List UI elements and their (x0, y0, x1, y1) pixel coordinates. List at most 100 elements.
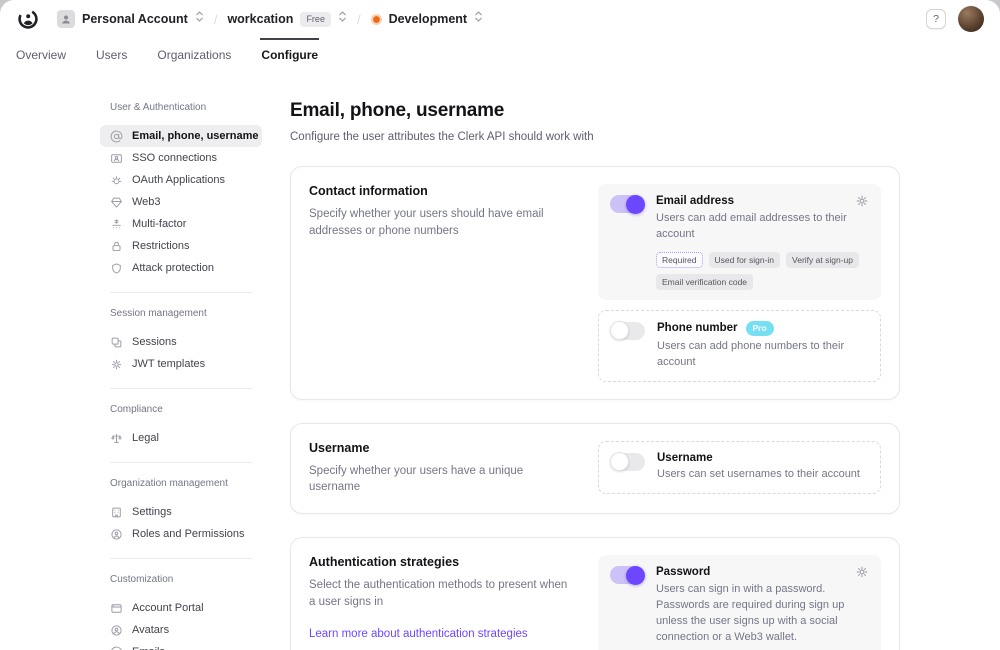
tab-users[interactable]: Users (96, 38, 127, 72)
sidebar-section-user-authentication: User & Authentication Email, phone, user… (100, 102, 262, 279)
toggle-knob (626, 566, 645, 585)
setting-description: Users can set usernames to their account (657, 467, 868, 483)
card-settings-column: Email address Users can add email addres… (598, 184, 881, 382)
sidebar-item-account-portal[interactable]: Account Portal (100, 597, 262, 619)
setting-description: Users can add phone numbers to their acc… (657, 339, 868, 371)
setting-name: Username (657, 452, 713, 464)
card-title: Authentication strategies (309, 555, 576, 569)
plan-badge: Free (300, 12, 331, 27)
environment-switcher[interactable]: Development (371, 10, 484, 28)
card-description-column: Authentication strategies Select the aut… (309, 555, 598, 650)
card-description: Select the authentication methods to pre… (309, 577, 576, 610)
username-toggle[interactable] (611, 453, 645, 471)
card-description: Specify whether your users should have e… (309, 206, 576, 239)
sidebar-item-email-phone-username[interactable]: Email, phone, username (100, 125, 262, 147)
setting-name: Password (656, 566, 710, 578)
sidebar-item-multi-factor[interactable]: Multi-factor (100, 213, 262, 235)
environment-dot (371, 14, 382, 25)
sidebar-item-label: Emails (132, 646, 165, 650)
user-avatar[interactable] (958, 6, 984, 32)
avatar-icon (110, 624, 123, 637)
chevron-updown-icon (474, 10, 483, 28)
gear-icon (110, 358, 123, 371)
sidebar-section-session-management: Session management Sessions JWT template… (100, 308, 262, 375)
setting-body: Email address Users can add email addres… (656, 194, 869, 290)
sidebar-item-sso-connections[interactable]: SSO connections (100, 147, 262, 169)
password-toggle[interactable] (610, 566, 644, 584)
sidebar-section-organization-management: Organization management Settings Roles a… (100, 478, 262, 545)
sidebar-item-settings[interactable]: Settings (100, 501, 262, 523)
sidebar-item-label: Roles and Permissions (132, 528, 245, 540)
sidebar-item-legal[interactable]: Legal (100, 427, 262, 449)
setting-body: Username Users can set usernames to thei… (657, 452, 868, 483)
badge-used-for-sign-in: Used for sign-in (709, 252, 781, 268)
phone-number-toggle[interactable] (611, 322, 645, 340)
sidebar-section-title: User & Authentication (110, 102, 262, 113)
setting-body: Phone number Pro Users can add phone num… (657, 321, 868, 371)
learn-more-link[interactable]: Learn more about authentication strategi… (309, 628, 528, 640)
gem-icon (110, 196, 123, 209)
account-label: Personal Account (82, 12, 188, 26)
sidebar-section-customization: Customization Account Portal Avatars Ema… (100, 574, 262, 650)
clerk-logo[interactable] (16, 7, 40, 31)
sidebar-item-label: Legal (132, 432, 159, 444)
card-settings-column: Username Users can set usernames to thei… (598, 441, 881, 496)
email-address-toggle[interactable] (610, 195, 644, 213)
sidebar-item-avatars[interactable]: Avatars (100, 619, 262, 641)
sidebar-divider (110, 462, 252, 463)
setting-badges: Required Used for sign-in Verify at sign… (656, 252, 869, 290)
badge-required: Required (656, 252, 703, 268)
topbar-actions: ? (926, 6, 984, 32)
application-switcher[interactable]: workcation Free (227, 10, 347, 28)
sidebar-item-label: Restrictions (132, 240, 189, 252)
sidebar-item-jwt-templates[interactable]: JWT templates (100, 353, 262, 375)
sidebar-item-label: Web3 (132, 196, 161, 208)
settings-sidebar: User & Authentication Email, phone, user… (100, 100, 262, 650)
sidebar-item-attack-protection[interactable]: Attack protection (100, 257, 262, 279)
username-setting: Username Users can set usernames to thei… (598, 441, 881, 494)
tab-organizations[interactable]: Organizations (157, 38, 231, 72)
sidebar-item-label: SSO connections (132, 152, 217, 164)
sidebar-item-sessions[interactable]: Sessions (100, 331, 262, 353)
sidebar-item-label: Account Portal (132, 602, 204, 614)
chevron-updown-icon (195, 10, 204, 28)
setting-description: Users can add email addresses to their a… (656, 211, 869, 243)
email-address-setting: Email address Users can add email addres… (598, 184, 881, 300)
browser-icon (110, 602, 123, 615)
sidebar-item-web3[interactable]: Web3 (100, 191, 262, 213)
card-settings-column: Password Users can sign in with a passwo… (598, 555, 881, 650)
sessions-icon (110, 336, 123, 349)
sidebar-item-restrictions[interactable]: Restrictions (100, 235, 262, 257)
content-layout: User & Authentication Email, phone, user… (0, 72, 1000, 650)
tab-overview[interactable]: Overview (16, 38, 66, 72)
sidebar-item-emails[interactable]: Emails (100, 641, 262, 650)
setting-body: Password Users can sign in with a passwo… (656, 565, 869, 650)
account-switcher[interactable]: Personal Account (57, 10, 204, 28)
toggle-knob (626, 195, 645, 214)
authentication-strategies-card: Authentication strategies Select the aut… (290, 537, 900, 650)
sidebar-divider (110, 292, 252, 293)
settings-gear-icon[interactable] (855, 194, 869, 208)
at-sign-icon (110, 130, 123, 143)
sidebar-item-roles-permissions[interactable]: Roles and Permissions (100, 523, 262, 545)
sidebar-divider (110, 558, 252, 559)
help-button[interactable]: ? (926, 9, 946, 29)
sidebar-item-label: Avatars (132, 624, 169, 636)
username-card: Username Specify whether your users have… (290, 423, 900, 514)
sidebar-item-oauth-applications[interactable]: OAuth Applications (100, 169, 262, 191)
sidebar-section-compliance: Compliance Legal (100, 404, 262, 449)
sidebar-item-label: Multi-factor (132, 218, 186, 230)
sidebar-section-title: Organization management (110, 478, 262, 489)
account-avatar (57, 10, 75, 28)
breadcrumb-slash: / (214, 12, 218, 27)
sidebar-item-label: Sessions (132, 336, 177, 348)
sidebar-item-label: JWT templates (132, 358, 205, 370)
sidebar-section-title: Customization (110, 574, 262, 585)
tab-configure[interactable]: Configure (261, 38, 318, 72)
badge-verify-at-sign-up: Verify at sign-up (786, 252, 859, 268)
building-icon (110, 506, 123, 519)
settings-gear-icon[interactable] (855, 565, 869, 579)
setting-name: Email address (656, 195, 734, 207)
oauth-icon (110, 174, 123, 187)
top-bar: Personal Account / workcation Free / Dev… (0, 0, 1000, 38)
